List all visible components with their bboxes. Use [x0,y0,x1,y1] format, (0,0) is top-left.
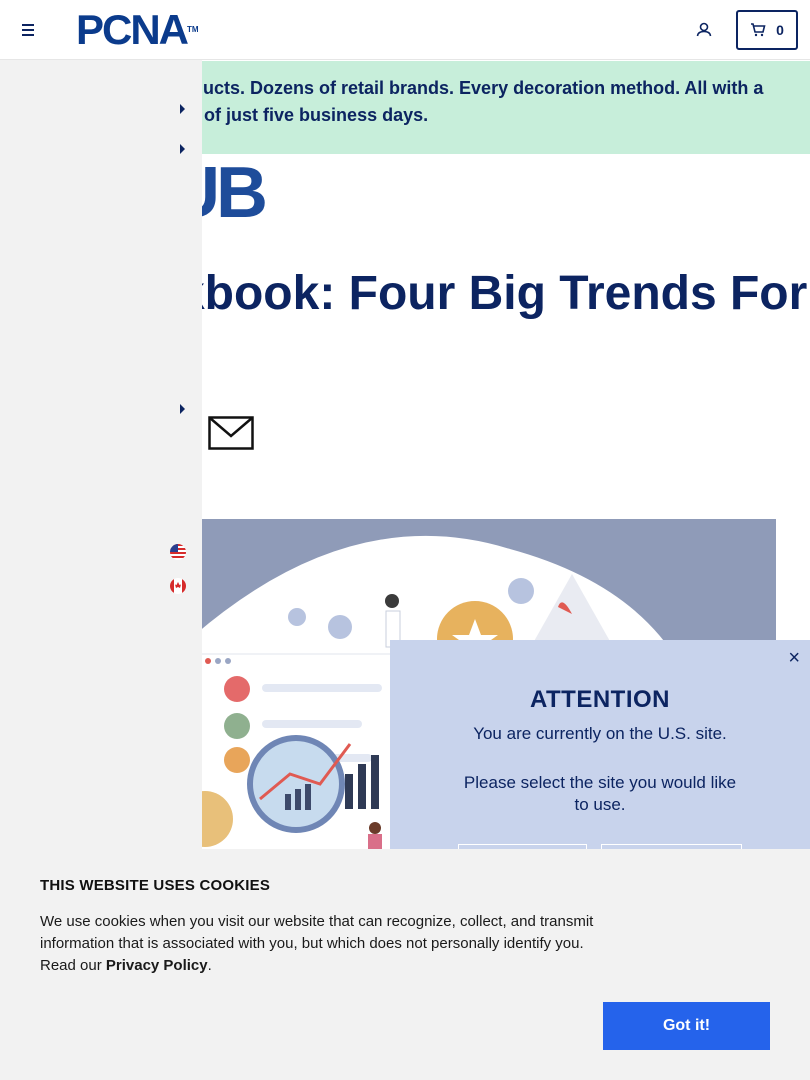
close-icon[interactable]: × [788,648,800,668]
logo-text: PCNA [76,6,189,53]
mail-icon[interactable] [208,416,254,450]
cookie-banner: THIS WEBSITE USES COOKIES We use cookies… [0,849,810,1080]
caret-right-icon[interactable] [178,144,186,154]
menu-icon-bar [22,29,34,31]
caret-right-icon[interactable] [178,104,186,114]
us-flag-icon[interactable] [170,544,186,560]
site-header: PCNATM 0 [0,0,810,60]
account-icon[interactable] [694,20,714,40]
menu-icon-bar [22,34,34,36]
modal-title: ATTENTION [529,686,671,713]
cookie-text: We use cookies when you visit our websit… [40,911,610,977]
modal-instruction: Please select the site you would like to… [463,773,737,814]
menu-icon-bar [22,24,34,26]
cookie-period: . [207,957,212,974]
logo-trademark: TM [187,25,199,34]
cart-button[interactable]: 0 [736,10,798,50]
menu-button[interactable] [18,20,38,40]
modal-current-site: You are currently on the U.S. site. [473,724,727,743]
pcna-logo[interactable]: PCNATM [76,9,199,51]
page: PCNATM 0 Thousands of products. Dozens o… [0,0,810,1080]
caret-right-icon[interactable] [178,404,186,414]
cookie-title: THIS WEBSITE USES COOKIES [40,877,271,894]
accept-cookies-button[interactable]: Got it! [603,1002,770,1050]
canada-flag-icon[interactable] [170,578,186,594]
cart-icon [751,23,766,37]
cart-count: 0 [776,22,784,38]
privacy-policy-link[interactable]: Privacy Policy [106,957,208,974]
